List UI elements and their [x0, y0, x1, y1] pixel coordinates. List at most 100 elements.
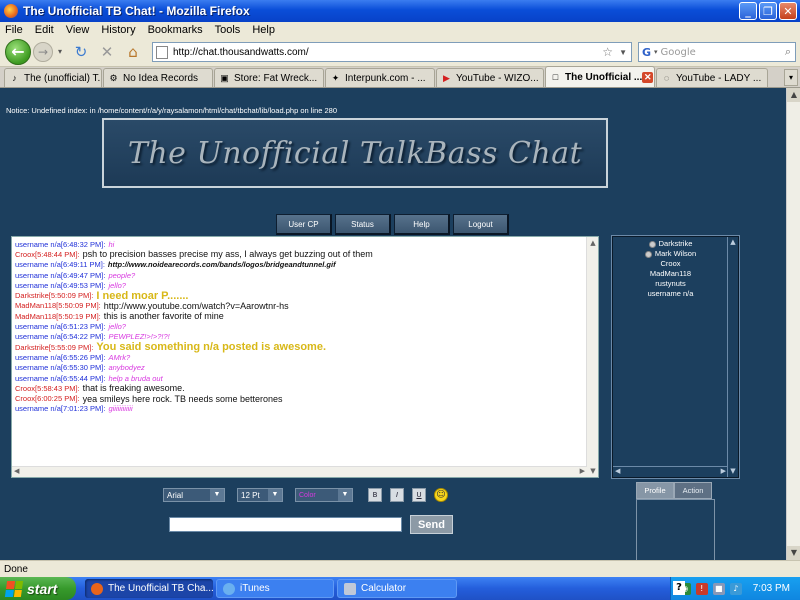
search-bar[interactable]: G ▾ Google ⌕: [638, 42, 796, 62]
chat-message: username n/a[6:51:23 PM]: jello?: [15, 321, 575, 331]
tab-7[interactable]: ◌ YouTube - LADY ...: [656, 68, 768, 87]
user-list-item[interactable]: Mark Wilson: [613, 249, 728, 259]
profile-panel: [636, 499, 715, 560]
format-toolbar: Arial ▼ 12 Pt ▼ Color ▼ B I U ☺: [163, 488, 448, 502]
firefox-icon: [91, 582, 103, 595]
user-list-item[interactable]: MadMan118: [613, 269, 728, 279]
back-arrow-icon: ←: [11, 42, 25, 61]
logout-button[interactable]: Logout: [453, 214, 509, 235]
stop-icon[interactable]: ✕: [97, 43, 117, 61]
tray-security-icon[interactable]: !: [695, 582, 708, 595]
start-button[interactable]: start: [0, 577, 76, 600]
message-author: username n/a[6:54:22 PM]:: [15, 332, 106, 342]
tab-list-dropdown-icon[interactable]: ▾: [784, 69, 798, 86]
search-engine-dropdown-icon[interactable]: ▾: [654, 48, 658, 56]
tray-help-icon[interactable]: ?: [673, 581, 685, 595]
message-author: username n/a[6:48:32 PM]:: [15, 239, 106, 249]
taskbar-item-itunes[interactable]: iTunes: [216, 579, 334, 598]
chevron-down-icon: ▼: [268, 489, 282, 501]
menu-help[interactable]: Help: [252, 24, 275, 36]
chat-log[interactable]: username n/a[6:48:32 PM]: hi Croox[5:48:44…: [11, 236, 599, 478]
clock: 7:03 PM: [752, 583, 790, 594]
tab-5[interactable]: ▶ YouTube - WIZO...: [436, 68, 544, 87]
message-text: AMrk?: [108, 352, 131, 362]
bookmark-star-icon[interactable]: ☆: [602, 45, 613, 59]
menu-edit[interactable]: Edit: [35, 24, 54, 36]
help-button[interactable]: Help: [394, 214, 450, 235]
menu-history[interactable]: History: [101, 24, 135, 36]
maximize-button[interactable]: ❐: [759, 2, 777, 20]
minimize-button[interactable]: _: [739, 2, 757, 20]
tab-close-icon[interactable]: ✕: [642, 71, 654, 83]
color-select[interactable]: Color ▼: [295, 488, 353, 502]
taskbar-item-firefox[interactable]: The Unofficial TB Cha...: [85, 579, 213, 598]
message-author: username n/a[6:49:47 PM]:: [15, 270, 106, 280]
user-list-horizontal-scrollbar[interactable]: ◀ ▶: [613, 466, 728, 477]
back-button[interactable]: ←: [5, 38, 31, 65]
tab-action[interactable]: Action: [674, 482, 712, 499]
tab-3[interactable]: ▣ Store: Fat Wreck...: [214, 68, 324, 87]
scroll-up-icon[interactable]: ▲: [587, 237, 599, 249]
taskbar-item-label: Calculator: [361, 583, 407, 594]
message-text: hi: [108, 239, 115, 249]
tab-2[interactable]: ⚙ No Idea Records: [103, 68, 213, 87]
italic-button[interactable]: I: [390, 488, 404, 502]
scroll-left-icon[interactable]: ◀: [14, 467, 19, 475]
url-dropdown-icon[interactable]: ▼: [619, 48, 627, 57]
message-input[interactable]: [169, 517, 402, 532]
bold-button[interactable]: B: [368, 488, 382, 502]
send-button[interactable]: Send: [410, 515, 453, 534]
menu-bookmarks[interactable]: Bookmarks: [148, 24, 203, 36]
taskbar-item-calculator[interactable]: Calculator: [337, 579, 457, 598]
scroll-down-icon[interactable]: ▼: [728, 466, 738, 477]
tab-favicon-icon: ▣: [220, 72, 229, 83]
tab-1[interactable]: ♪ The (unofficial) T...: [4, 68, 102, 87]
message-author: Darkstrike[5:55:09 PM]:: [15, 342, 94, 352]
banner-title: The Unofficial TalkBass Chat: [127, 135, 583, 171]
tray-app-icon[interactable]: ■: [712, 582, 725, 595]
smiley-icon[interactable]: ☺: [434, 488, 448, 502]
user-list-vertical-scrollbar[interactable]: ▲ ▼: [727, 237, 738, 477]
scroll-down-icon[interactable]: ▼: [787, 546, 800, 560]
tab-6-active[interactable]: □ The Unofficial ... ✕: [545, 66, 655, 87]
chat-message: username n/a[6:55:30 PM]: anybodyez: [15, 363, 575, 373]
url-bar[interactable]: http://chat.thousandwatts.com/ ☆ ▼: [152, 42, 632, 62]
scroll-up-icon[interactable]: ▲: [787, 88, 800, 102]
search-engine-icon[interactable]: G: [642, 46, 651, 59]
history-dropdown-icon[interactable]: ▾: [55, 47, 65, 56]
calculator-icon: [344, 582, 356, 595]
user-list-item[interactable]: rustynuts: [613, 279, 728, 289]
scroll-left-icon[interactable]: ◀: [615, 467, 620, 475]
size-select[interactable]: 12 Pt ▼: [237, 488, 283, 502]
chat-horizontal-scrollbar[interactable]: ◀ ▶: [12, 466, 587, 477]
page-vertical-scrollbar[interactable]: ▲ ▼: [786, 88, 800, 560]
scroll-up-icon[interactable]: ▲: [728, 237, 738, 248]
search-icon[interactable]: ⌕: [785, 45, 791, 59]
underline-button[interactable]: U: [412, 488, 426, 502]
user-cp-button[interactable]: User CP: [276, 214, 332, 235]
tab-bar: ♪ The (unofficial) T... ⚙ No Idea Records …: [0, 66, 800, 88]
scroll-right-icon[interactable]: ▶: [580, 467, 585, 475]
close-window-button[interactable]: ✕: [779, 2, 797, 20]
menu-file[interactable]: File: [5, 24, 23, 36]
scroll-down-icon[interactable]: ▼: [587, 465, 599, 477]
font-select[interactable]: Arial ▼: [163, 488, 225, 502]
scroll-right-icon[interactable]: ▶: [721, 467, 726, 475]
user-list-item[interactable]: Croox: [613, 259, 728, 269]
message-text: You said something n/a posted is awesome…: [96, 341, 326, 354]
reload-icon[interactable]: ↻: [71, 43, 91, 61]
tab-4[interactable]: ✦ Interpunk.com - ...: [325, 68, 435, 87]
user-list-item[interactable]: Darkstrike: [613, 239, 728, 249]
message-author: MadMan118[5:50:19 PM]:: [15, 311, 101, 321]
forward-button[interactable]: →: [33, 41, 53, 62]
chat-message: Croox[5:48:44 PM]: psh to precision basse…: [15, 249, 575, 259]
user-list-item[interactable]: username n/a: [613, 289, 728, 299]
menu-tools[interactable]: Tools: [215, 24, 241, 36]
message-author: username n/a[6:49:11 PM]:: [15, 260, 105, 270]
status-button[interactable]: Status: [335, 214, 391, 235]
tab-profile[interactable]: Profile: [636, 482, 674, 499]
tray-volume-icon[interactable]: ♪: [729, 582, 742, 595]
chat-vertical-scrollbar[interactable]: ▲ ▼: [586, 237, 598, 477]
home-icon[interactable]: ⌂: [123, 43, 143, 61]
menu-view[interactable]: View: [66, 24, 90, 36]
